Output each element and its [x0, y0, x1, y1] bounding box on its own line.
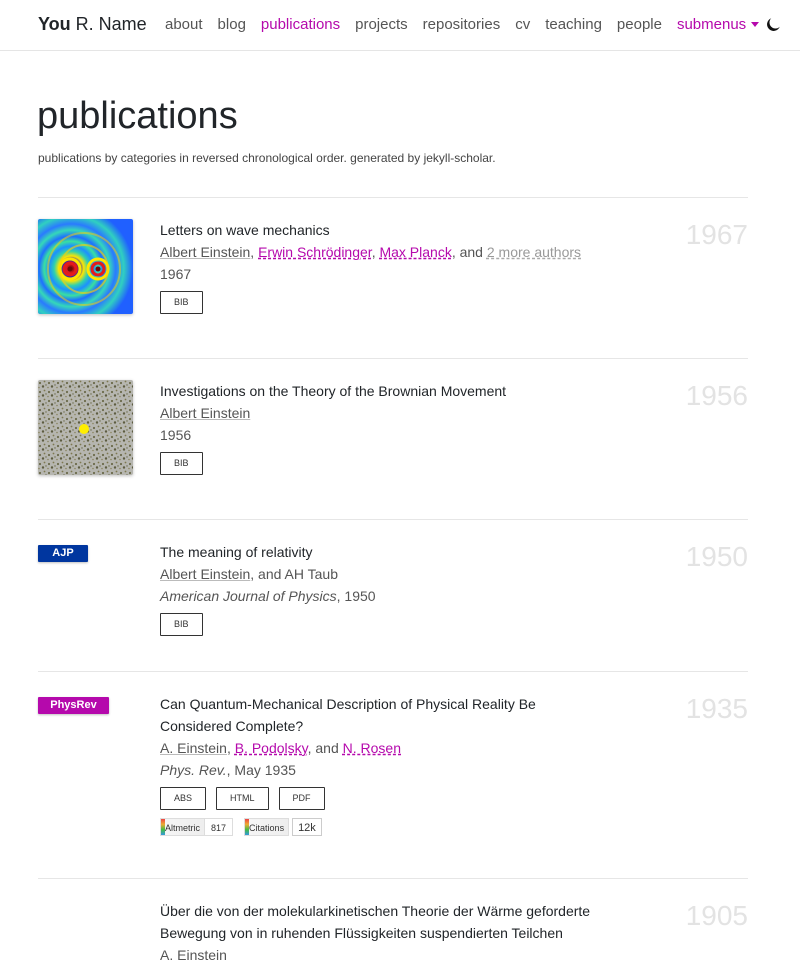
publication-authors: Albert Einstein, and AH Taub: [160, 563, 590, 585]
nav-dropdown-submenus[interactable]: submenus: [677, 16, 760, 33]
publication-authors: Albert Einstein, Erwin Schrödinger, Max …: [160, 244, 582, 260]
publication-year: 1905: [685, 900, 748, 931]
publication-body: Über die von der molekularkinetischen Th…: [160, 900, 630, 961]
author-link[interactable]: N. Rosen: [343, 740, 401, 756]
publication-authors: A. Einstein: [160, 944, 630, 961]
moon-icon[interactable]: [766, 18, 780, 32]
author-self[interactable]: A. Einstein: [160, 740, 227, 756]
publication-thumbnail[interactable]: [38, 219, 133, 314]
publication-year: 1967: [685, 219, 748, 250]
publication-title: Can Quantum-Mechanical Description of Ph…: [160, 696, 536, 734]
publication-body: Can Quantum-Mechanical Description of Ph…: [160, 693, 580, 836]
brand-last-name[interactable]: R. Name: [71, 14, 147, 34]
publication-year-text: 1967: [160, 266, 192, 282]
publication-year: 1935: [685, 693, 748, 724]
divider: [38, 197, 748, 198]
brand-first-name[interactable]: You: [38, 14, 71, 34]
author-link[interactable]: B. Podolsky: [235, 740, 308, 756]
nav-item-repositories[interactable]: repositories: [423, 16, 501, 33]
nav-item-projects[interactable]: projects: [355, 16, 408, 33]
publication-title: Über die von der molekularkinetischen Th…: [160, 903, 591, 941]
nav-menu: about blog publications projects reposit…: [165, 16, 760, 33]
nav-item-teaching[interactable]: teaching: [545, 16, 602, 33]
page-title: publications: [37, 95, 238, 137]
author-self[interactable]: Albert Einstein: [160, 405, 250, 421]
author-self[interactable]: Albert Einstein: [160, 244, 250, 260]
altmetric-badge[interactable]: Altmetric 817: [160, 818, 234, 836]
publication-authors: Albert Einstein: [160, 402, 590, 424]
abs-button[interactable]: ABS: [160, 787, 207, 810]
publication-body: Letters on wave mechanics Albert Einstei…: [160, 219, 590, 314]
bib-button[interactable]: BIB: [160, 291, 203, 314]
author-separator: , and: [307, 740, 343, 756]
venue-badge-physrev[interactable]: PhysRev: [38, 697, 109, 714]
publication-item: AJP The meaning of relativity Albert Ein…: [38, 541, 748, 651]
wave-interference-image: [38, 219, 133, 314]
journal-date: , May 1935: [226, 762, 296, 778]
site-brand[interactable]: You R. Name: [38, 14, 147, 35]
divider: [38, 878, 748, 879]
pdf-button[interactable]: PDF: [278, 787, 325, 810]
citations-count: 12k: [292, 818, 322, 836]
publication-item: Investigations on the Theory of the Brow…: [38, 380, 748, 500]
nav-dropdown-label[interactable]: submenus: [677, 16, 746, 33]
citations-label: Citations: [244, 818, 290, 836]
journal-name: Phys. Rev.: [160, 762, 227, 778]
venue-badge-ajp[interactable]: AJP: [38, 545, 88, 562]
journal-name: American Journal of Physics: [160, 588, 337, 604]
altmetric-score: 817: [205, 818, 234, 836]
publication-year: 1950: [685, 541, 748, 572]
brownian-motion-image: [38, 380, 133, 475]
navbar: You R. Name about blog publications proj…: [0, 0, 800, 51]
publication-title: The meaning of relativity: [160, 544, 313, 560]
publication-thumbnail[interactable]: [38, 380, 133, 475]
altmetric-label: Altmetric: [160, 818, 206, 836]
nav-item-cv[interactable]: cv: [515, 16, 530, 33]
nav-item-blog[interactable]: blog: [218, 16, 246, 33]
bib-button[interactable]: BIB: [160, 613, 203, 636]
publication-periodical: American Journal of Physics, 1950: [160, 585, 590, 607]
citations-badge[interactable]: Citations 12k: [244, 818, 322, 836]
publication-title: Investigations on the Theory of the Brow…: [160, 383, 507, 399]
caret-down-icon: [751, 21, 760, 27]
html-button[interactable]: HTML: [216, 787, 269, 810]
divider: [38, 358, 748, 359]
author-self[interactable]: Albert Einstein: [160, 566, 250, 582]
publication-item: PhysRev Can Quantum-Mechanical Descripti…: [38, 693, 748, 863]
divider: [38, 519, 748, 520]
author-self[interactable]: A. Einstein: [160, 947, 227, 961]
publication-year-text: 1956: [160, 427, 192, 443]
nav-item-about[interactable]: about: [165, 16, 203, 33]
publication-authors: A. Einstein, B. Podolsky, and N. Rosen: [160, 740, 401, 756]
publication-body: Investigations on the Theory of the Brow…: [160, 380, 590, 475]
nav-item-people[interactable]: people: [617, 16, 662, 33]
journal-date: , 1950: [336, 588, 376, 604]
publication-year: 1956: [685, 380, 748, 411]
page-description: publications by categories in reversed c…: [38, 151, 496, 165]
divider: [38, 671, 748, 672]
publication-body: The meaning of relativity Albert Einstei…: [160, 541, 590, 636]
nav-item-publications[interactable]: publications: [261, 16, 340, 33]
other-authors: , and AH Taub: [250, 566, 338, 582]
author-link[interactable]: Max Planck: [379, 244, 451, 260]
author-link[interactable]: Erwin Schrödinger: [258, 244, 372, 260]
publication-item: Über die von der molekularkinetischen Th…: [38, 900, 748, 961]
author-separator: , and: [451, 244, 487, 260]
publication-title: Letters on wave mechanics: [160, 222, 330, 238]
more-authors-link[interactable]: 2 more authors: [487, 244, 581, 260]
publication-item: Letters on wave mechanics Albert Einstei…: [38, 219, 748, 339]
publication-periodical: Phys. Rev., May 1935: [160, 759, 580, 781]
bib-button[interactable]: BIB: [160, 452, 203, 475]
